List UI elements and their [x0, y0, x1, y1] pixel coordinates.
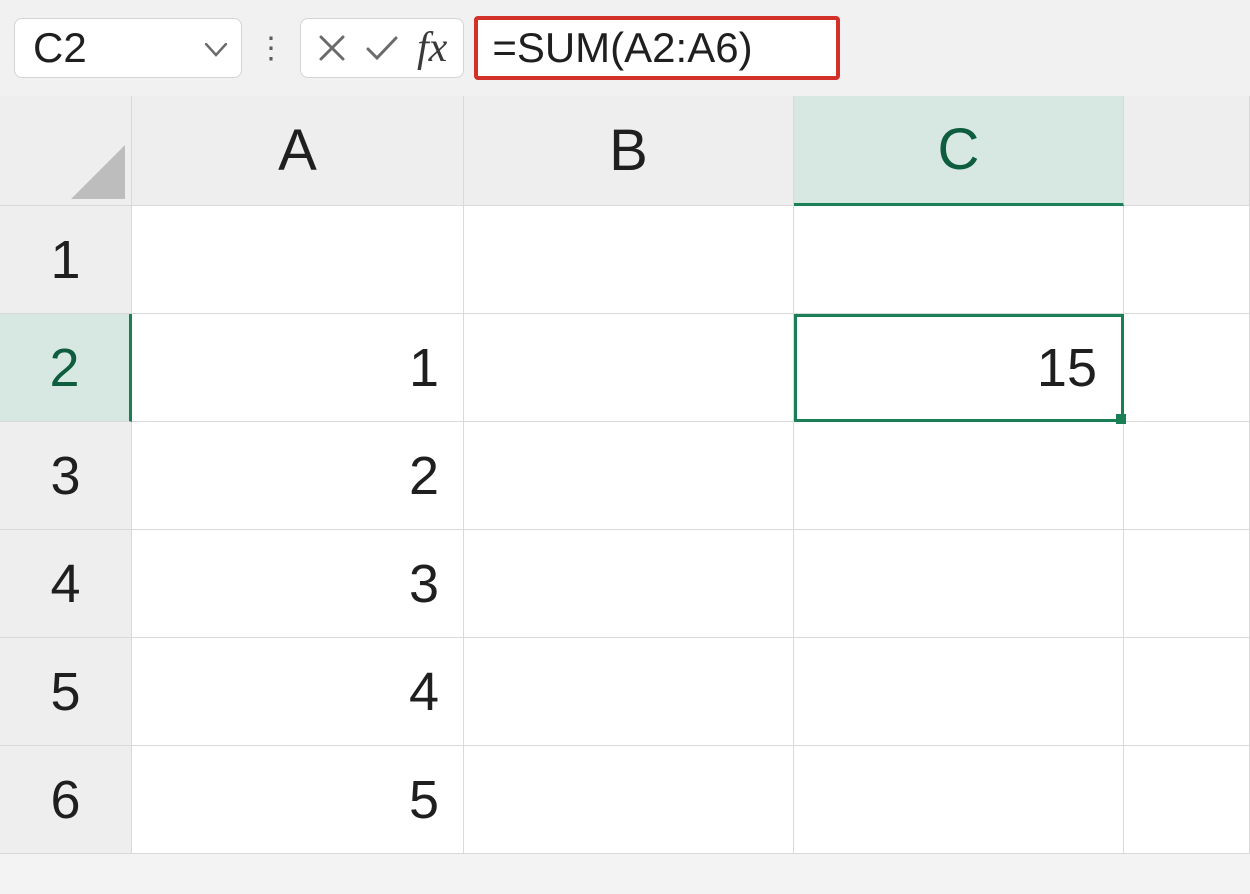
- col-header-blank[interactable]: [1124, 96, 1250, 206]
- name-box-value: C2: [33, 24, 87, 72]
- cell-D2[interactable]: [1124, 314, 1250, 422]
- cell-B6[interactable]: [464, 746, 794, 854]
- cell-C5[interactable]: [794, 638, 1124, 746]
- cell-A4[interactable]: 3: [132, 530, 464, 638]
- cell-C6[interactable]: [794, 746, 1124, 854]
- spreadsheet-grid: A B C 1 2 1 15 3 2 4 3 5 4 6 5: [0, 96, 1250, 854]
- cell-D3[interactable]: [1124, 422, 1250, 530]
- cell-C3[interactable]: [794, 422, 1124, 530]
- cell-B3[interactable]: [464, 422, 794, 530]
- row-header-3[interactable]: 3: [0, 422, 132, 530]
- cell-C1[interactable]: [794, 206, 1124, 314]
- cell-B4[interactable]: [464, 530, 794, 638]
- row-header-5[interactable]: 5: [0, 638, 132, 746]
- select-all-corner[interactable]: [0, 96, 132, 206]
- formula-input-highlight: [474, 16, 840, 80]
- row-header-6[interactable]: 6: [0, 746, 132, 854]
- cell-A5[interactable]: 4: [132, 638, 464, 746]
- enter-icon[interactable]: [365, 33, 399, 63]
- cell-B2[interactable]: [464, 314, 794, 422]
- formula-input[interactable]: [492, 24, 822, 72]
- cell-B5[interactable]: [464, 638, 794, 746]
- more-icon[interactable]: ⋮: [252, 31, 290, 66]
- chevron-down-icon[interactable]: [205, 33, 227, 64]
- name-box[interactable]: C2: [14, 18, 242, 78]
- cell-A2[interactable]: 1: [132, 314, 464, 422]
- col-header-A[interactable]: A: [132, 96, 464, 206]
- formula-actions: fx: [300, 18, 464, 78]
- col-header-B[interactable]: B: [464, 96, 794, 206]
- col-header-C[interactable]: C: [794, 96, 1124, 206]
- formula-bar: C2 ⋮ fx: [0, 0, 1250, 96]
- cell-A3[interactable]: 2: [132, 422, 464, 530]
- cell-D5[interactable]: [1124, 638, 1250, 746]
- cell-C4[interactable]: [794, 530, 1124, 638]
- cell-B1[interactable]: [464, 206, 794, 314]
- row-header-4[interactable]: 4: [0, 530, 132, 638]
- row-header-2[interactable]: 2: [0, 314, 132, 422]
- cell-D6[interactable]: [1124, 746, 1250, 854]
- cancel-icon[interactable]: [317, 33, 347, 63]
- cell-A1[interactable]: [132, 206, 464, 314]
- fx-icon[interactable]: fx: [417, 24, 447, 72]
- cell-C2[interactable]: 15: [794, 314, 1124, 422]
- cell-A6[interactable]: 5: [132, 746, 464, 854]
- cell-D1[interactable]: [1124, 206, 1250, 314]
- cell-D4[interactable]: [1124, 530, 1250, 638]
- row-header-1[interactable]: 1: [0, 206, 132, 314]
